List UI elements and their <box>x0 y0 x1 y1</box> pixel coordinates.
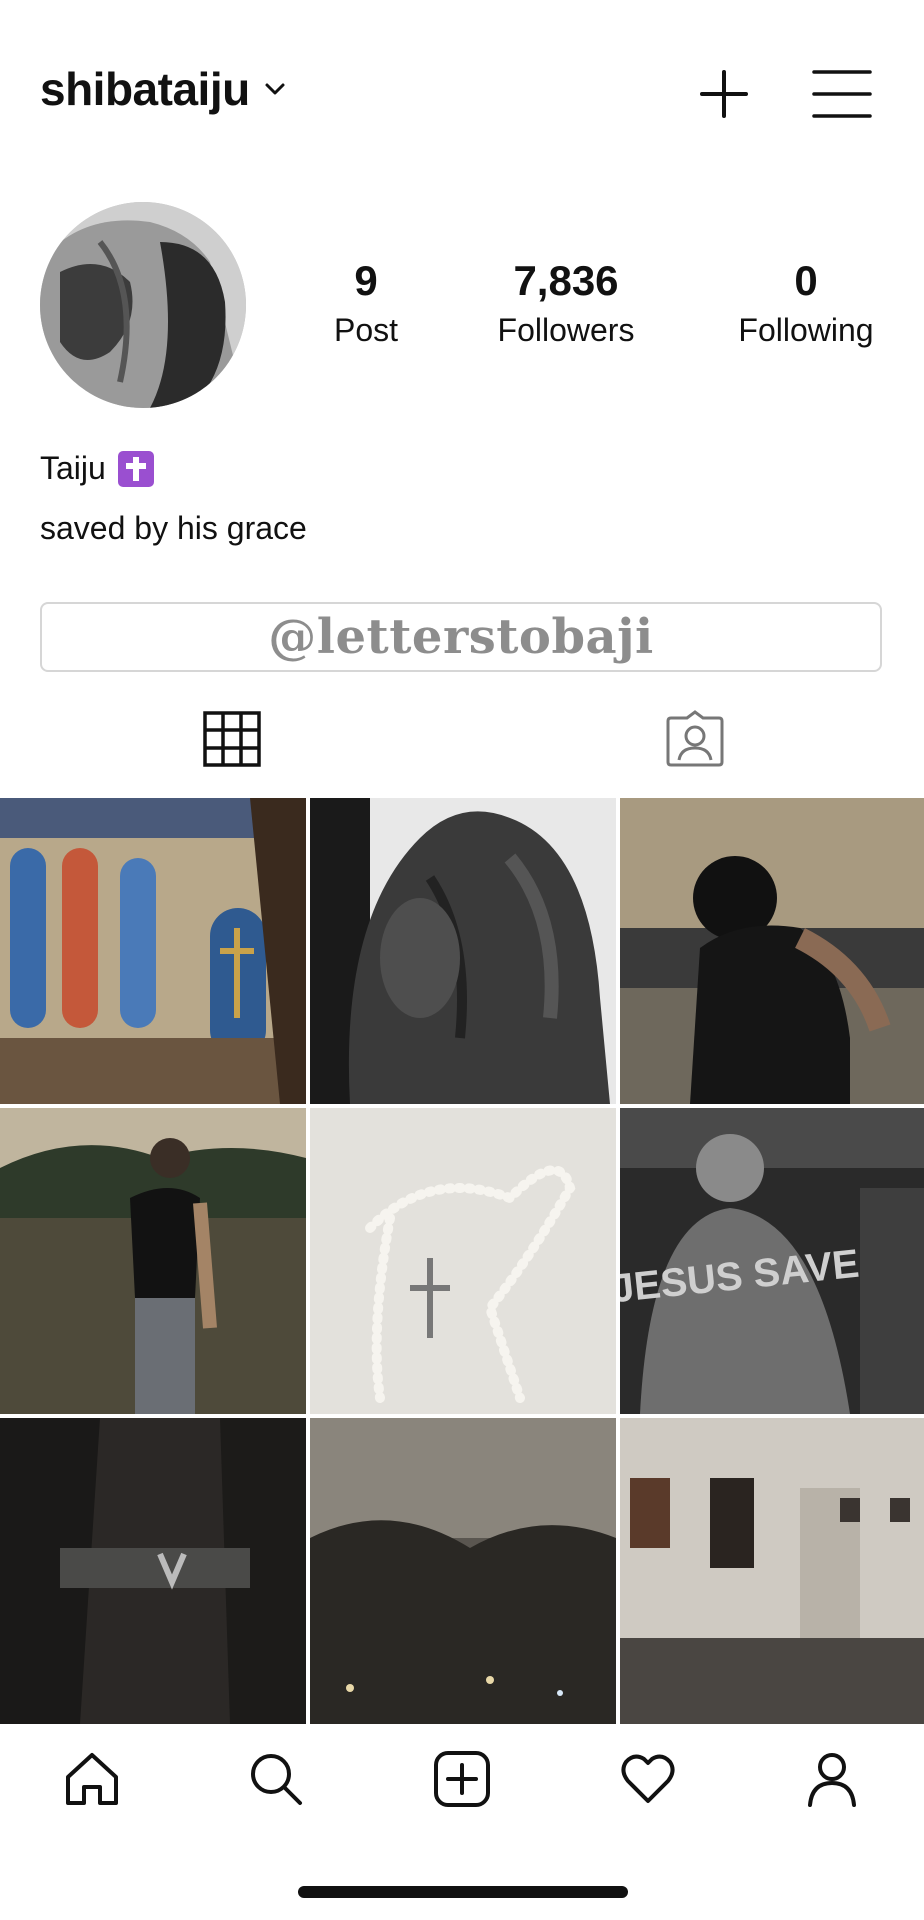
following-label: Following <box>738 312 874 348</box>
hamburger-menu-icon[interactable] <box>810 66 874 122</box>
posts-count[interactable]: 9 Post <box>320 254 412 352</box>
post-image <box>0 798 306 1104</box>
followers-label: Followers <box>497 312 635 348</box>
nav-activity[interactable] <box>608 1724 688 1834</box>
nav-home[interactable] <box>52 1724 132 1834</box>
heart-icon <box>621 1754 675 1803</box>
plus-icon[interactable] <box>694 64 754 124</box>
username: shibataiju <box>40 63 250 115</box>
display-name: Taiju <box>40 450 106 486</box>
post-image <box>310 1418 616 1724</box>
nav-search[interactable] <box>236 1724 316 1834</box>
add-post-icon <box>434 1751 490 1807</box>
tagged-person-icon[interactable] <box>665 710 725 768</box>
link-button[interactable]: @letterstobaji <box>40 602 882 672</box>
bio-text: saved by his grace <box>40 510 307 546</box>
post-pearl-rosary[interactable] <box>310 1108 616 1414</box>
avatar-photo <box>40 202 246 408</box>
post-image <box>620 1418 924 1724</box>
posts-label: Post <box>333 312 399 348</box>
post-image <box>310 798 616 1104</box>
post-image <box>0 1108 306 1414</box>
search-icon <box>251 1754 302 1805</box>
post-jesus-saves-jacket[interactable]: JESUS SAVES <box>620 1108 924 1414</box>
following-value: 0 <box>794 257 818 304</box>
post-man-in-field[interactable] <box>0 1108 306 1414</box>
grid-icon[interactable] <box>202 710 262 768</box>
profile-icon <box>808 1753 856 1807</box>
post-image <box>620 798 924 1104</box>
post-blurred-city[interactable] <box>310 1418 616 1724</box>
followers-value: 7,836 <box>513 257 619 304</box>
nav-create[interactable] <box>422 1724 502 1834</box>
nav-profile[interactable] <box>792 1724 872 1834</box>
bottom-nav <box>0 1724 924 1834</box>
username-switcher[interactable]: shibataiju <box>40 62 286 116</box>
posts-grid: JESUS SAVES <box>0 798 924 1724</box>
avatar[interactable] <box>40 202 246 408</box>
post-image <box>310 1108 616 1414</box>
post-muscular-back[interactable] <box>310 798 616 1104</box>
home-indicator[interactable] <box>298 1886 628 1898</box>
post-motorcycle-rider[interactable] <box>620 798 924 1104</box>
following-count[interactable]: 0 Following <box>718 254 894 352</box>
followers-count[interactable]: 7,836 Followers <box>480 254 652 352</box>
post-church-stained-glass[interactable] <box>0 798 306 1104</box>
post-coat-belt[interactable] <box>0 1418 306 1724</box>
post-art-gallery[interactable] <box>620 1418 924 1724</box>
post-image: JESUS SAVES <box>620 1108 924 1414</box>
post-image <box>0 1418 306 1724</box>
latin-cross-emoji-icon <box>117 450 154 487</box>
posts-value: 9 <box>354 257 378 304</box>
home-icon <box>66 1753 118 1805</box>
chevron-down-icon <box>265 83 285 95</box>
display-name-row: Taiju <box>40 450 154 487</box>
